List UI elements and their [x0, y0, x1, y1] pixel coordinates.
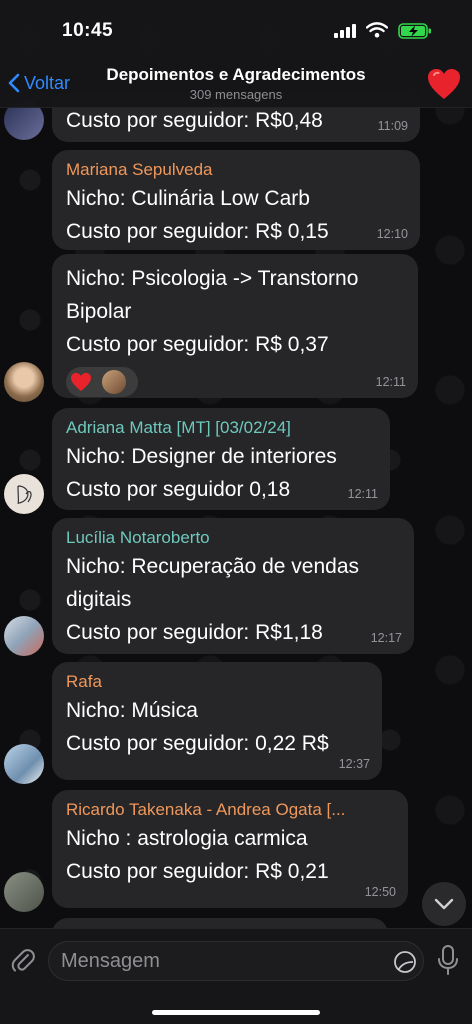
- back-button[interactable]: Voltar: [8, 70, 70, 96]
- message-input-container[interactable]: [48, 941, 424, 981]
- message-text: Custo por seguidor: 0,22 R$: [66, 732, 329, 755]
- sender-name[interactable]: Rafa: [66, 670, 368, 694]
- back-label: Voltar: [24, 72, 71, 93]
- cellular-signal-icon: [334, 24, 356, 38]
- message-text: Nicho: Psicologia -> Transtorno: [66, 267, 359, 290]
- message-text: Custo por seguidor 0,18: [66, 478, 291, 501]
- avatar[interactable]: [4, 872, 44, 912]
- message-input[interactable]: [61, 942, 381, 980]
- message-text: Custo por seguidor: R$1,18: [66, 621, 323, 644]
- message-time: 12:37: [338, 757, 370, 771]
- message-time: 11:09: [377, 119, 408, 133]
- message-text: Nicho: Música: [66, 699, 198, 722]
- message-bubble[interactable]: Nicho: Psicologia -> Transtorno Bipolar …: [52, 254, 418, 398]
- scroll-to-bottom-button[interactable]: [422, 882, 466, 926]
- chat-avatar-heart-icon[interactable]: [426, 66, 462, 102]
- avatar[interactable]: [4, 616, 44, 656]
- message-text: Nicho: Designer de interiores: [66, 445, 337, 468]
- reactor-avatar: [102, 370, 126, 394]
- message-text: Custo por seguidor: R$ 0,15: [66, 220, 329, 243]
- message-text: Custo por seguidor: R$ 0,37: [66, 333, 329, 356]
- sender-name[interactable]: Ricardo Takenaka - Andrea Ogata [...: [66, 798, 394, 822]
- message-time: 12:10: [376, 227, 408, 241]
- attachment-icon[interactable]: [10, 947, 36, 973]
- status-time: 10:45: [62, 20, 114, 41]
- message-bubble[interactable]: Mariana Sepulveda Nicho: Culinária Low C…: [52, 150, 420, 250]
- message-bubble[interactable]: Rafa Nicho: Música Custo por seguidor: 0…: [52, 662, 382, 780]
- battery-charging-icon: [398, 23, 431, 39]
- signature-logo-icon: [17, 485, 32, 505]
- chevron-left-icon: [8, 73, 20, 93]
- microphone-icon[interactable]: [436, 945, 460, 975]
- heart-reaction-icon: [71, 372, 91, 392]
- chat-title[interactable]: Depoimentos e Agradecimentos: [80, 65, 392, 85]
- message-text: Nicho : astrologia carmica: [66, 827, 308, 850]
- chat-header: Voltar Depoimentos e Agradecimentos 309 …: [0, 60, 472, 108]
- message-text: Bipolar: [66, 300, 132, 323]
- chevron-down-icon: [434, 898, 454, 910]
- message-time: 12:11: [347, 487, 378, 501]
- message-bubble[interactable]: Lucília Notaroberto Nicho: Recuperação d…: [52, 518, 414, 654]
- sender-name[interactable]: Lucília Notaroberto: [66, 526, 400, 550]
- message-bubble[interactable]: Ricardo Takenaka - Andrea Ogata [... Nic…: [52, 790, 408, 908]
- avatar[interactable]: [4, 474, 44, 514]
- message-bubble[interactable]: Adriana Matta [MT] [03/02/24] Nicho: Des…: [52, 408, 390, 510]
- status-bar: 10:45: [0, 0, 472, 60]
- message-text: Custo por seguidor: R$ 0,21: [66, 860, 329, 883]
- message-text: Nicho: Recuperação de vendas: [66, 555, 360, 578]
- wifi-icon: [366, 22, 388, 38]
- sender-name[interactable]: Mariana Sepulveda: [66, 158, 406, 182]
- sticker-icon[interactable]: [393, 950, 417, 974]
- reaction-chip[interactable]: [66, 367, 138, 397]
- avatar[interactable]: [4, 362, 44, 402]
- sender-name[interactable]: Adriana Matta [MT] [03/02/24]: [66, 416, 376, 440]
- message-time: 12:11: [375, 375, 406, 389]
- avatar[interactable]: [4, 744, 44, 784]
- home-indicator: [152, 1010, 320, 1015]
- message-time: 12:17: [370, 631, 402, 645]
- message-count: 309 mensagens: [189, 87, 283, 102]
- message-text: Nicho: Culinária Low Carb: [66, 187, 310, 210]
- message-text: Custo por seguidor: R$0,48: [66, 109, 323, 132]
- message-time: 12:50: [364, 885, 396, 899]
- message-text: digitais: [66, 588, 132, 611]
